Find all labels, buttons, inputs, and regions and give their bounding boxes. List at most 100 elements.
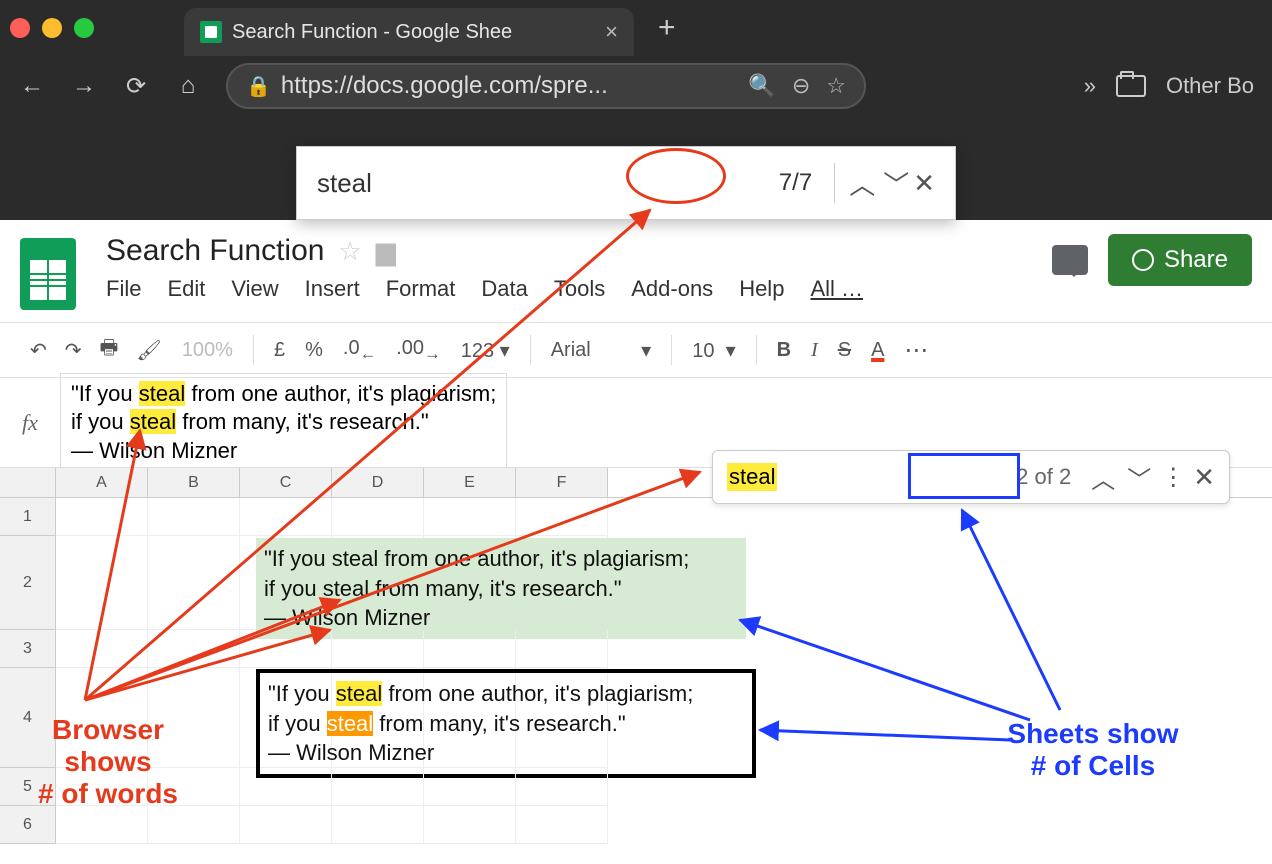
minimize-window[interactable] xyxy=(42,18,62,38)
back-icon[interactable]: ← xyxy=(18,72,46,100)
redo-icon[interactable]: ↷ xyxy=(65,338,82,363)
menu-edit[interactable]: Edit xyxy=(167,276,205,302)
col-B[interactable]: B xyxy=(148,468,240,497)
col-A[interactable]: A xyxy=(56,468,148,497)
menu-file[interactable]: File xyxy=(106,276,141,302)
comments-icon[interactable] xyxy=(1052,245,1088,275)
browser-chrome: Search Function - Google Shee × + ← → ⟳ … xyxy=(0,0,1272,220)
bookmark-star-icon[interactable]: ☆ xyxy=(826,73,846,99)
percent-format[interactable]: % xyxy=(305,339,323,362)
spreadsheet-grid: A B C D E F 1 2 "If you steal from one a… xyxy=(0,468,1272,844)
col-C[interactable]: C xyxy=(240,468,332,497)
address-bar[interactable]: 🔒 https://docs.google.com/spre... 🔍 ⊖ ☆ xyxy=(226,63,866,109)
row-6[interactable]: 6 xyxy=(0,806,56,844)
forward-icon[interactable]: → xyxy=(70,72,98,100)
font-size[interactable]: 10 ▾ xyxy=(692,338,735,363)
find-next-icon[interactable]: ﹀ xyxy=(879,165,913,202)
lock-icon: 🔒 xyxy=(246,74,271,99)
share-label: Share xyxy=(1164,246,1228,274)
find-input[interactable]: steal xyxy=(317,168,372,199)
document-title[interactable]: Search Function xyxy=(106,234,324,268)
menu-data[interactable]: Data xyxy=(481,276,527,302)
strike-button[interactable]: S xyxy=(838,339,851,362)
highlight-word: steal xyxy=(130,409,176,434)
star-icon[interactable]: ☆ xyxy=(338,236,361,267)
browser-tab[interactable]: Search Function - Google Shee × xyxy=(184,8,634,56)
bold-button[interactable]: B xyxy=(777,339,791,362)
number-format[interactable]: 123 ▾ xyxy=(461,338,510,363)
browser-find-bar: steal 7/7 ︿ ﹀ ✕ xyxy=(296,146,956,220)
overflow-icon[interactable]: » xyxy=(1084,73,1096,99)
traffic-lights xyxy=(10,18,94,38)
row-1[interactable]: 1 xyxy=(0,498,56,536)
menu-all[interactable]: All … xyxy=(810,276,863,302)
sheets-find-bar: steal 2 of 2 ︿ ﹀ ⋮ ✕ xyxy=(712,450,1230,504)
url-text: https://docs.google.com/spre... xyxy=(281,72,608,100)
sheets-find-options-icon[interactable]: ⋮ xyxy=(1161,463,1185,492)
menu-help[interactable]: Help xyxy=(739,276,784,302)
row-3[interactable]: 3 xyxy=(0,630,56,668)
tab-title: Search Function - Google Shee xyxy=(232,21,512,44)
font-select[interactable]: Arial ▾ xyxy=(551,338,652,363)
sheets-find-close-icon[interactable]: ✕ xyxy=(1193,462,1215,493)
menu-view[interactable]: View xyxy=(231,276,278,302)
move-folder-icon[interactable]: ▆ xyxy=(376,236,396,267)
zoom-out-icon[interactable]: ⊖ xyxy=(792,73,810,99)
close-window[interactable] xyxy=(10,18,30,38)
find-count: 7/7 xyxy=(779,169,812,197)
undo-icon[interactable]: ↶ xyxy=(30,338,47,363)
sheets-app: Search Function ☆ ▆ File Edit View Inser… xyxy=(0,220,1272,864)
tab-close-icon[interactable]: × xyxy=(605,19,618,45)
formula-content[interactable]: "If you steal from one author, it's plag… xyxy=(60,373,507,473)
row-4[interactable]: 4 xyxy=(0,668,56,768)
url-actions: 🔍 ⊖ ☆ xyxy=(748,73,846,99)
col-E[interactable]: E xyxy=(424,468,516,497)
reload-icon[interactable]: ⟳ xyxy=(122,72,150,100)
document-header: Search Function ☆ ▆ File Edit View Inser… xyxy=(0,220,1272,310)
sheets-find-count: 2 of 2 xyxy=(1006,460,1081,494)
increase-decimal[interactable]: .00→ xyxy=(396,337,440,364)
col-F[interactable]: F xyxy=(516,468,608,497)
highlight-word: steal xyxy=(336,681,382,706)
sheets-find-prev-icon[interactable]: ︿ xyxy=(1089,460,1117,495)
decrease-decimal[interactable]: .0← xyxy=(343,337,376,364)
menu-addons[interactable]: Add-ons xyxy=(631,276,713,302)
menu-bar: File Edit View Insert Format Data Tools … xyxy=(106,276,863,302)
other-bookmarks[interactable]: Other Bo xyxy=(1166,73,1254,99)
sheets-find-next-icon[interactable]: ﹀ xyxy=(1125,460,1153,495)
find-close-icon[interactable]: ✕ xyxy=(913,168,935,199)
new-tab-button[interactable]: + xyxy=(658,11,676,45)
row-2[interactable]: 2 xyxy=(0,536,56,630)
fx-label: fx xyxy=(0,410,60,436)
zoom-select[interactable]: 100% xyxy=(182,339,233,362)
highlight-word: steal xyxy=(139,381,185,406)
col-D[interactable]: D xyxy=(332,468,424,497)
print-icon[interactable]: 🖶 xyxy=(100,333,119,367)
cell[interactable] xyxy=(56,498,148,536)
row-5[interactable]: 5 xyxy=(0,768,56,806)
text-color-button[interactable]: A xyxy=(871,339,884,362)
share-button[interactable]: Share xyxy=(1108,234,1252,286)
cell-B4-active[interactable]: "If you steal from one author, it's plag… xyxy=(256,669,756,778)
italic-button[interactable]: I xyxy=(811,339,818,362)
nav-bar: ← → ⟳ ⌂ 🔒 https://docs.google.com/spre..… xyxy=(0,56,1272,116)
tab-strip: Search Function - Google Shee × + xyxy=(0,0,1272,56)
sheets-logo-icon[interactable] xyxy=(20,238,76,310)
sheets-find-input[interactable]: steal xyxy=(727,463,777,491)
currency-format[interactable]: £ xyxy=(274,339,285,362)
menu-format[interactable]: Format xyxy=(386,276,456,302)
site-search-icon[interactable]: 🔍 xyxy=(748,73,775,99)
sheets-favicon xyxy=(200,21,222,43)
folder-icon xyxy=(1116,75,1146,97)
find-prev-icon[interactable]: ︿ xyxy=(845,165,879,202)
find-separator xyxy=(834,163,835,203)
toolbar-right: » Other Bo xyxy=(1084,73,1254,99)
select-all-corner[interactable] xyxy=(0,468,56,497)
current-match: steal xyxy=(327,711,373,736)
menu-tools[interactable]: Tools xyxy=(554,276,605,302)
paint-format-icon[interactable]: 🖌 xyxy=(136,338,161,363)
menu-insert[interactable]: Insert xyxy=(305,276,360,302)
fullscreen-window[interactable] xyxy=(74,18,94,38)
home-icon[interactable]: ⌂ xyxy=(174,72,202,100)
toolbar-more-icon[interactable]: ⋯ xyxy=(904,336,930,365)
